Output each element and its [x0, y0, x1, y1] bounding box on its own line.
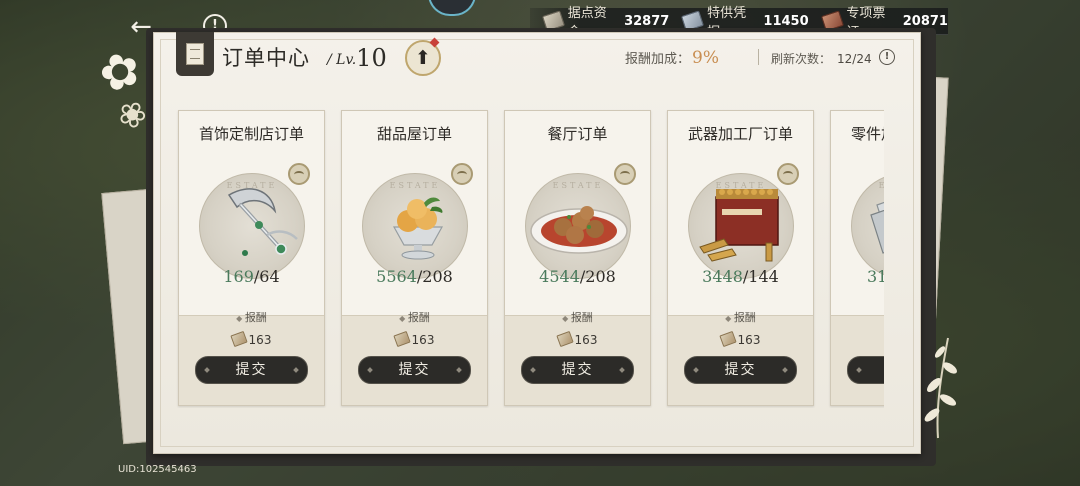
owned-count: 169: [223, 267, 254, 286]
meatball-plate-icon: [530, 206, 628, 254]
required-count: /64: [253, 267, 280, 286]
reward-amount: 163: [342, 330, 487, 348]
order-progress: 31: [831, 267, 884, 286]
scythe-ornament-icon: [227, 188, 298, 256]
order-card[interactable]: 甜品屋订单 5564/208 报酬 163 提交: [341, 110, 488, 406]
ice-cream-dessert-icon: [392, 197, 444, 260]
ticket-icon: [555, 330, 574, 348]
currency-value: 20871: [902, 13, 948, 29]
currency-value: 32877: [624, 13, 670, 29]
order-name: 零件加: [851, 125, 884, 143]
order-card[interactable]: 零件加 31: [830, 110, 884, 406]
order-card[interactable]: 武器加工厂订单 3448/144 报酬 163 提交: [667, 110, 814, 406]
refresh-value: 12/24: [837, 52, 872, 66]
owned-count: 4544: [539, 267, 580, 286]
order-card[interactable]: 首饰定制店订单 169/64 报酬 163 提交: [178, 110, 325, 406]
laurel-leaf-icon: [924, 337, 957, 439]
refresh-label: 刷新次数：: [771, 52, 832, 66]
order-progress: 3448/144: [668, 267, 813, 286]
required-count: /208: [579, 267, 616, 286]
order-name: 武器加工厂订单: [687, 125, 793, 143]
divider: [758, 49, 759, 65]
reward-amount: 163: [505, 330, 650, 348]
reward-value: 163: [248, 333, 272, 347]
info-icon[interactable]: !: [879, 49, 895, 65]
bonus-label: 报酬加成：: [625, 52, 691, 67]
order-document-icon: [176, 32, 214, 76]
order-list[interactable]: 首饰定制店订单 169/64 报酬 163 提交 甜品屋订单: [170, 108, 884, 408]
reward-value: 163: [411, 333, 435, 347]
reward-amount: 163: [668, 330, 813, 348]
order-progress: 5564/208: [342, 267, 487, 286]
bonus-value: 9%: [692, 48, 719, 68]
order-name: 甜品屋订单: [376, 125, 452, 143]
submit-button[interactable]: [847, 356, 884, 384]
required-count: /208: [416, 267, 453, 286]
reward-bonus: 报酬加成： 9%: [625, 48, 719, 68]
page-title: 订单中心: [222, 46, 310, 70]
currency-value: 11450: [763, 13, 809, 29]
level-label: / Lv.: [327, 52, 357, 68]
reward-amount: 163: [179, 330, 324, 348]
submit-button[interactable]: 提交: [358, 356, 471, 384]
order-name: 首饰定制店订单: [198, 125, 304, 143]
order-name: 餐厅订单: [547, 125, 608, 143]
reward-label: 报酬: [179, 309, 324, 325]
user-id: UID:102545463: [118, 464, 197, 475]
order-progress: 4544/208: [505, 267, 650, 286]
submit-button[interactable]: 提交: [684, 356, 797, 384]
level-display: / Lv.10: [327, 42, 387, 72]
owned-count: 3448: [702, 267, 743, 286]
metal-plates-icon: [870, 201, 884, 254]
reward-label: 报酬: [668, 309, 813, 325]
order-progress: 169/64: [179, 267, 324, 286]
reward-label: 报酬: [505, 309, 650, 325]
reward-value: 163: [574, 333, 598, 347]
order-card[interactable]: 餐厅订单 4544/208 报酬 163 提交: [504, 110, 651, 406]
reward-label: 报酬: [342, 309, 487, 325]
ticket-icon: [229, 330, 248, 348]
ticket-icon: [392, 330, 411, 348]
ticket-icon: [718, 330, 737, 348]
owned-count: 31: [867, 267, 884, 286]
required-count: /144: [742, 267, 779, 286]
submit-button[interactable]: 提交: [195, 356, 308, 384]
ammunition-box-icon: [699, 189, 779, 262]
submit-button[interactable]: 提交: [521, 356, 634, 384]
owned-count: 5564: [376, 267, 417, 286]
reward-value: 163: [737, 333, 761, 347]
refresh-count: 刷新次数： 12/24: [771, 50, 872, 67]
level-value: 10: [356, 44, 387, 72]
